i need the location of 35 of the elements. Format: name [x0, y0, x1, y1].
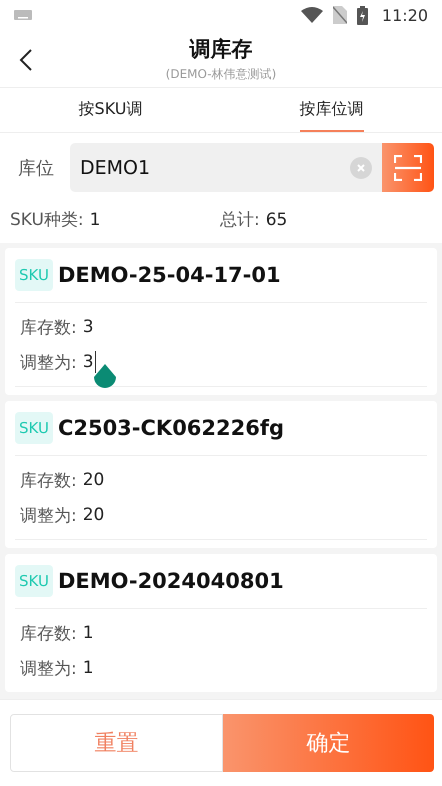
- location-field[interactable]: DEMO1: [70, 143, 382, 192]
- page-subtitle: (DEMO-林伟意测试): [166, 66, 276, 82]
- sku-code: DEMO-2024040801: [58, 569, 284, 593]
- adjust-label: 调整为:: [20, 504, 77, 526]
- tab-label[interactable]: 按SKU调: [78, 88, 142, 132]
- sku-count-label: SKU种类:: [10, 209, 84, 231]
- stock-value: 1: [82, 623, 94, 643]
- scan-icon[interactable]: [394, 154, 422, 180]
- scan-button[interactable]: [382, 143, 434, 192]
- sku-tag: SKU: [15, 259, 53, 291]
- total-value: 65: [266, 210, 288, 230]
- adjust-label: 调整为:: [20, 352, 77, 374]
- no-sim-icon: [332, 6, 347, 24]
- sku-tag: SKU: [15, 565, 53, 597]
- adjust-field[interactable]: 20: [82, 505, 104, 525]
- battery-charging-icon: [356, 6, 368, 24]
- tab[interactable]: 按SKU调: [0, 88, 221, 132]
- stock-label: 库存数:: [20, 622, 77, 644]
- sku-tag: SKU: [15, 412, 53, 444]
- sku-code: C2503-CK062226fg: [58, 416, 284, 440]
- wifi-icon: [300, 7, 323, 23]
- adjust-label: 调整为:: [20, 658, 77, 680]
- adjust-field[interactable]: 3: [82, 351, 96, 373]
- location-label: 库位: [18, 156, 54, 180]
- stock-label: 库存数:: [20, 316, 77, 338]
- sku-code: DEMO-25-04-17-01: [58, 263, 281, 287]
- stock-value: 20: [82, 470, 104, 490]
- stock-value: 3: [82, 317, 94, 337]
- total-label: 总计:: [220, 209, 260, 231]
- stock-label: 库存数:: [20, 470, 77, 492]
- keyboard-icon: [14, 10, 32, 20]
- adjust-field[interactable]: 1: [82, 658, 94, 678]
- page-title: 调库存: [190, 36, 252, 62]
- status-time: 11:20: [382, 6, 428, 24]
- sku-count-value: 1: [90, 210, 100, 230]
